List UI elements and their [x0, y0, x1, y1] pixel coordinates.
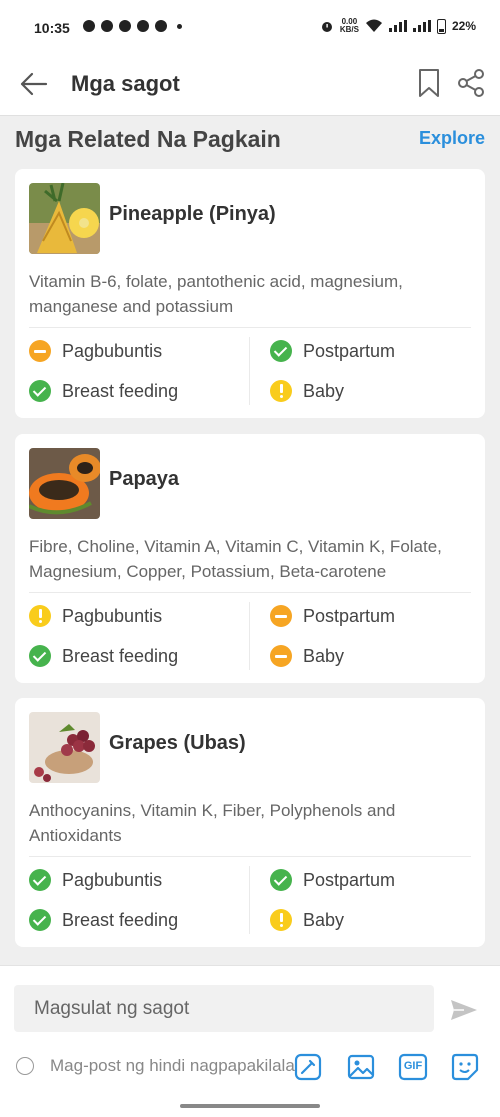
page-title: Mga sagot — [71, 71, 180, 96]
caution-icon — [270, 380, 292, 402]
food-description: Anthocyanins, Vitamin K, Fiber, Polyphen… — [29, 801, 396, 845]
network-speed: 0.00 KB/S — [339, 17, 359, 34]
gif-icon[interactable]: GIF — [398, 1052, 428, 1082]
messenger-icon — [101, 20, 113, 32]
status-breastfeeding: Breast feeding — [29, 909, 178, 931]
alarm-icon — [321, 22, 332, 32]
explore-link[interactable]: Explore — [419, 128, 485, 149]
notification-icons — [83, 20, 182, 32]
food-name: Papaya — [109, 468, 180, 490]
food-image-papaya — [29, 448, 100, 519]
teams-icon — [119, 20, 131, 32]
food-description: Fibre, Choline, Vitamin A, Vitamin C, Vi… — [29, 537, 442, 581]
messenger-icon — [83, 20, 95, 32]
home-indicator[interactable] — [180, 1104, 320, 1108]
food-name: Pineapple (Pinya) — [109, 203, 276, 225]
battery-percent: 22% — [451, 19, 476, 33]
divider — [29, 592, 471, 593]
share-icon[interactable] — [456, 68, 486, 98]
not-recommended-icon — [270, 645, 292, 667]
section-header: Mga Related Na Pagkain Explore — [0, 118, 500, 162]
status-pregnancy: Pagbubuntis — [29, 340, 162, 362]
status-baby: Baby — [270, 645, 344, 667]
divider — [249, 866, 250, 934]
status-breastfeeding: Breast feeding — [29, 645, 178, 667]
check-icon — [29, 869, 51, 891]
check-icon — [29, 380, 51, 402]
check-icon — [29, 645, 51, 667]
gif-label: GIF — [403, 1060, 423, 1072]
back-arrow-icon[interactable] — [18, 68, 50, 100]
status-pregnancy: Pagbubuntis — [29, 605, 162, 627]
divider — [249, 602, 250, 670]
app-notification-icon — [155, 20, 167, 32]
food-card-pineapple[interactable]: Pineapple (Pinya) Vitamin B-6, folate, p… — [15, 169, 485, 418]
section-title: Mga Related Na Pagkain — [15, 126, 281, 152]
sticker-edit-icon[interactable] — [293, 1052, 323, 1082]
image-icon[interactable] — [346, 1052, 376, 1082]
status-baby: Baby — [270, 380, 344, 402]
signal-icon — [388, 20, 407, 32]
system-icons: 0.00 KB/S 22% — [320, 18, 476, 34]
battery-icon — [436, 18, 446, 34]
send-icon[interactable] — [450, 998, 478, 1022]
food-description: Vitamin B-6, folate, pantothenic acid, m… — [29, 272, 403, 316]
status-bar: 10:35 0.00 KB/S 22% — [0, 0, 500, 56]
status-pregnancy: Pagbubuntis — [29, 869, 162, 891]
divider — [29, 856, 471, 857]
app-bar: Mga sagot — [0, 56, 500, 116]
wifi-icon — [365, 19, 382, 32]
status-postpartum: Postpartum — [270, 340, 395, 362]
food-card-grapes[interactable]: Grapes (Ubas) Anthocyanins, Vitamin K, F… — [15, 698, 485, 947]
caution-icon — [270, 909, 292, 931]
emoji-sticker-icon[interactable] — [450, 1052, 480, 1082]
food-name: Grapes (Ubas) — [109, 732, 246, 754]
not-recommended-icon — [270, 605, 292, 627]
answer-input[interactable] — [14, 985, 434, 1032]
status-postpartum: Postpartum — [270, 605, 395, 627]
food-card-papaya[interactable]: Papaya Fibre, Choline, Vitamin A, Vitami… — [15, 434, 485, 683]
anonymous-label[interactable]: Mag-post ng hindi nagpapakilala — [50, 1056, 320, 1076]
answer-composer: Mag-post ng hindi nagpapakilala GIF — [0, 965, 500, 1117]
food-image-pineapple — [29, 183, 100, 254]
anonymous-radio[interactable] — [16, 1057, 34, 1075]
check-icon — [29, 909, 51, 931]
status-baby: Baby — [270, 909, 344, 931]
divider — [29, 327, 471, 328]
divider — [249, 337, 250, 405]
check-icon — [270, 340, 292, 362]
app-notification-icon — [137, 20, 149, 32]
more-notifications-icon — [177, 23, 182, 29]
status-postpartum: Postpartum — [270, 869, 395, 891]
check-icon — [270, 869, 292, 891]
food-image-grapes — [29, 712, 100, 783]
signal-icon — [412, 20, 431, 32]
caution-icon — [29, 605, 51, 627]
not-recommended-icon — [29, 340, 51, 362]
bookmark-icon[interactable] — [418, 68, 440, 98]
status-time: 10:35 — [34, 20, 70, 36]
status-breastfeeding: Breast feeding — [29, 380, 178, 402]
